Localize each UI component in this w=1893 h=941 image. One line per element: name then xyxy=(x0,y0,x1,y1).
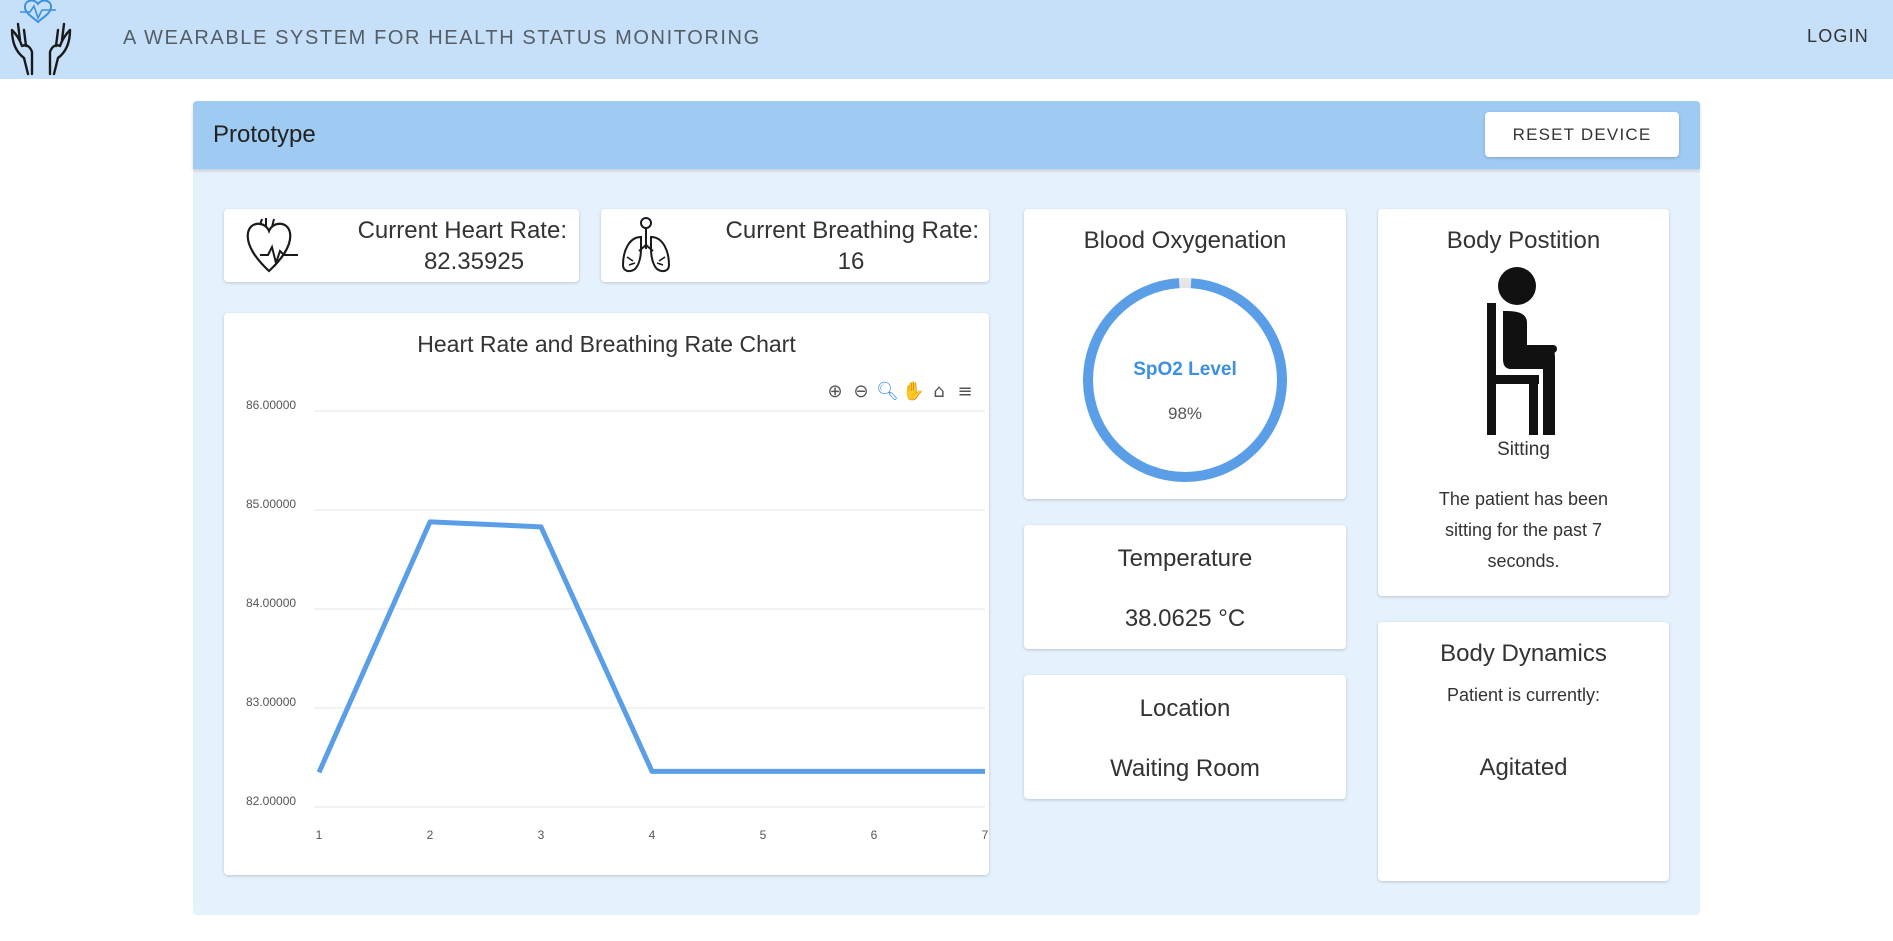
line-chart: 82.00000 83.00000 84.00000 85.00000 86.00000… xyxy=(246,398,989,842)
app-title: A WEARABLE SYSTEM FOR HEALTH STATUS MONI… xyxy=(123,27,761,49)
hands-heart-icon xyxy=(10,0,72,76)
body-dynamics-card: Body Dynamics Patient is currently: Agit… xyxy=(1378,622,1669,881)
lungs-icon xyxy=(621,217,671,273)
reset-device-button[interactable]: RESET DEVICE xyxy=(1485,112,1679,157)
location-card: Location Waiting Room xyxy=(1024,675,1346,799)
heart-rate-series-line xyxy=(316,519,985,774)
x-tick-label: 2 xyxy=(427,828,434,842)
heart-rate-value: 82.35925 xyxy=(423,248,525,275)
x-tick-label: 1 xyxy=(316,828,323,842)
y-tick-label: 83.00000 xyxy=(246,695,296,709)
rate-chart-card: Heart Rate and Breathing Rate Chart ⊕ ⊖ 🔍︎… xyxy=(224,313,989,875)
body-position-title: Body Postition xyxy=(1446,227,1601,254)
location-title: Location xyxy=(1139,695,1231,722)
blood-oxygenation-card: Blood Oxygenation SpO2 Level 98% xyxy=(1024,209,1346,499)
prototype-panel: Prototype RESET DEVICE Current Heart Rat… xyxy=(193,101,1700,915)
body-position-state: Sitting xyxy=(1497,439,1550,460)
body-position-description-line-2: sitting for the past 7 xyxy=(1444,520,1603,540)
temperature-card: Temperature 38.0625 °C xyxy=(1024,525,1346,649)
y-tick-label: 82.00000 xyxy=(246,794,296,808)
heart-pulse-icon xyxy=(246,218,298,273)
heart-rate-card: Current Heart Rate: 82.35925 xyxy=(224,209,579,282)
breathing-rate-value: 16 xyxy=(837,248,865,275)
body-position-description-line-3: seconds. xyxy=(1487,551,1560,571)
spo2-value: 98% xyxy=(1167,404,1203,423)
spo2-gauge-label: SpO2 Level xyxy=(1133,359,1237,380)
panel-title: Prototype xyxy=(213,121,316,148)
spo2-gauge xyxy=(1083,278,1287,482)
location-value: Waiting Room xyxy=(1110,755,1260,782)
heart-rate-label: Current Heart Rate: xyxy=(357,217,567,244)
body-position-card: Body Postition Sitting The patient has b… xyxy=(1378,209,1669,596)
body-dynamics-state: Agitated xyxy=(1479,754,1568,781)
person-sitting-icon xyxy=(1487,267,1557,435)
x-tick-label: 7 xyxy=(982,828,989,842)
y-tick-label: 86.00000 xyxy=(246,398,296,412)
y-tick-label: 85.00000 xyxy=(246,497,296,511)
body-dynamics-subtitle: Patient is currently: xyxy=(1446,685,1601,705)
x-tick-label: 5 xyxy=(760,828,767,842)
breathing-rate-card: Current Breathing Rate: 16 xyxy=(601,209,989,282)
y-tick-label: 84.00000 xyxy=(246,596,296,610)
temperature-value: 38.0625 °C xyxy=(1124,605,1246,632)
panel-header: Prototype RESET DEVICE xyxy=(193,101,1700,169)
body-dynamics-title: Body Dynamics xyxy=(1440,640,1607,667)
temperature-title: Temperature xyxy=(1117,545,1253,572)
body-position-description-line-1: The patient has been xyxy=(1438,489,1609,509)
breathing-rate-label: Current Breathing Rate: xyxy=(725,217,979,244)
x-tick-label: 4 xyxy=(649,828,656,842)
x-tick-label: 3 xyxy=(538,828,545,842)
login-button[interactable]: LOGIN xyxy=(1807,26,1869,47)
x-tick-label: 6 xyxy=(871,828,878,842)
top-app-bar: A WEARABLE SYSTEM FOR HEALTH STATUS MONI… xyxy=(0,0,1893,79)
